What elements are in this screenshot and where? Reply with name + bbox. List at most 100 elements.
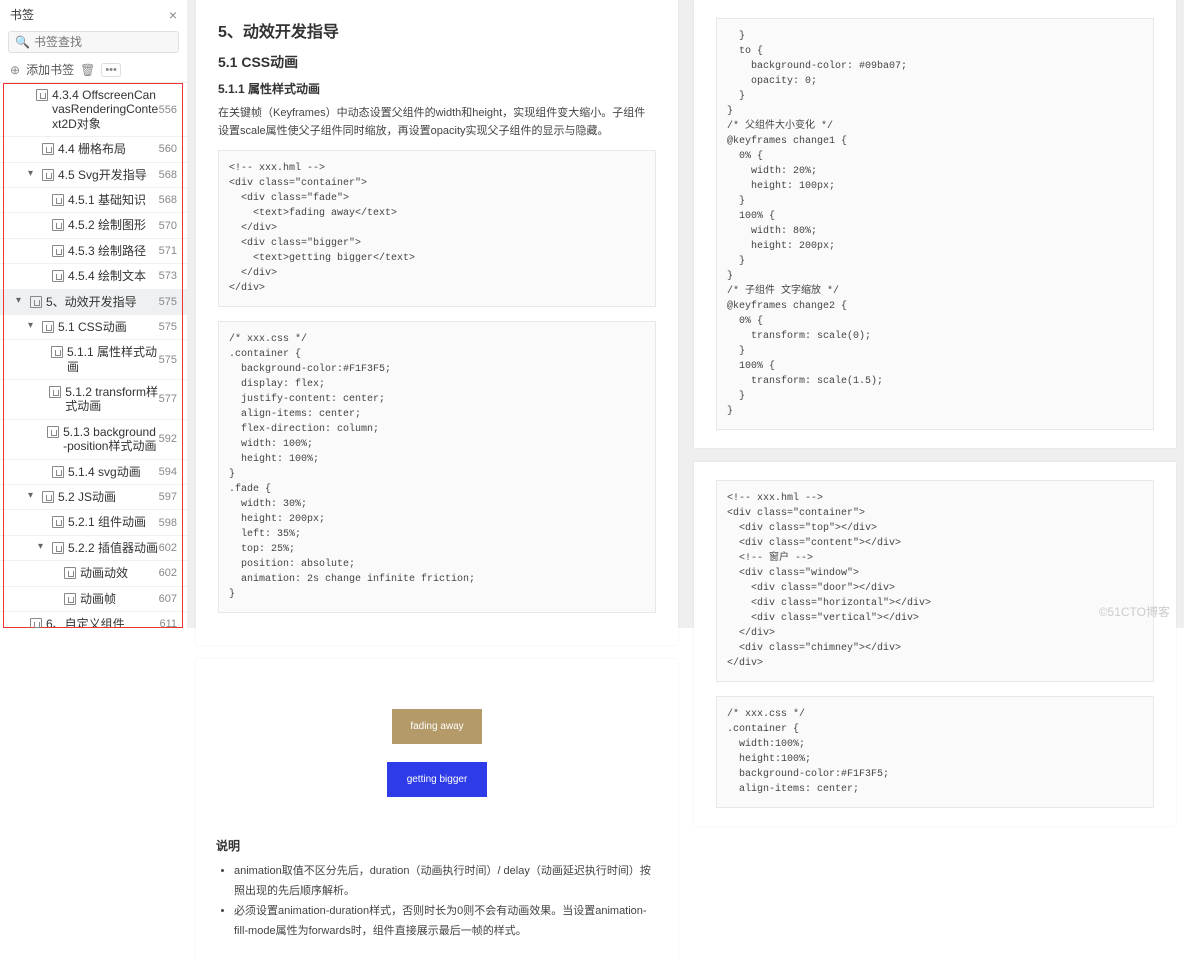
page-number: 592	[159, 433, 177, 445]
bookmark-item[interactable]: ▾5.1 CSS动画575	[0, 315, 187, 340]
bookmark-label: 5.1.1 属性样式动画	[67, 345, 159, 374]
page-number: 602	[159, 567, 177, 579]
bookmark-item[interactable]: ▾ 5、动效开发指导 575	[0, 290, 187, 315]
left-column: 5、动效开发指导 5.1 CSS动画 5.1.1 属性样式动画 在关键帧（Key…	[196, 0, 678, 628]
page-number: 611	[159, 618, 177, 628]
bookmark-label: 动画帧	[80, 592, 116, 606]
watermark: ©51CTO博客	[1099, 603, 1170, 620]
bookmark-icon	[52, 466, 64, 478]
bookmark-icon	[42, 143, 54, 155]
page-number: 577	[159, 393, 177, 405]
bookmark-icon	[42, 169, 54, 181]
animation-preview: fading away getting bigger	[216, 679, 658, 837]
sidebar-header: 书签 ×	[0, 0, 187, 27]
page-number: 568	[159, 169, 177, 181]
code-keyframes: } to { background-color: #09ba07; opacit…	[716, 18, 1154, 430]
bookmark-label: 4.4 栅格布局	[58, 142, 126, 156]
bookmark-icon	[36, 89, 48, 101]
page-number: 575	[159, 354, 177, 366]
bookmark-item[interactable]: 4.5.4 绘制文本 573	[0, 264, 187, 289]
note-1: animation取值不区分先后，duration（动画执行时间）/ delay…	[234, 862, 658, 902]
bookmark-item[interactable]: 6、自定义组件 611	[0, 612, 187, 628]
bookmark-item[interactable]: 5.1.3 background-position样式动画592	[0, 420, 187, 460]
bookmark-item[interactable]: 4.4 栅格布局 560	[0, 137, 187, 162]
notes-heading: 说明	[216, 837, 658, 854]
bookmark-label: 5.1.2 transform样式动画	[65, 385, 158, 414]
page-number: 575	[159, 296, 177, 308]
page-number: 597	[159, 491, 177, 503]
bookmark-item[interactable]: 4.3.4 OffscreenCanvasRenderingContext2D对…	[0, 83, 187, 137]
expand-arrow-icon[interactable]: ▾	[16, 295, 26, 306]
bookmark-label: 5.1.3 background-position样式动画	[63, 425, 159, 454]
search-input[interactable]	[34, 35, 172, 49]
bookmark-label: 5.2.2 插值器动画	[68, 541, 158, 555]
bookmark-label: 4.5.1 基础知识	[68, 193, 146, 207]
bookmark-label: 4.5.2 绘制图形	[68, 218, 146, 232]
heading-5-1-1: 5.1.1 属性样式动画	[218, 80, 656, 97]
expand-arrow-icon[interactable]: ▾	[28, 490, 38, 501]
add-bookmark-label[interactable]: 添加书签	[26, 61, 74, 78]
bookmark-item[interactable]: 动画动效602	[0, 561, 187, 586]
bookmark-icon	[52, 219, 64, 231]
page-number: 560	[159, 143, 177, 155]
bookmark-item[interactable]: 5.2.1 组件动画 598	[0, 510, 187, 535]
bookmark-item[interactable]: 4.5.3 绘制路径571	[0, 239, 187, 264]
bookmark-search[interactable]: 🔍	[8, 31, 179, 53]
page-575: 5、动效开发指导 5.1 CSS动画 5.1.1 属性样式动画 在关键帧（Key…	[196, 0, 678, 645]
page-number: 573	[159, 270, 177, 282]
bigger-tile: getting bigger	[387, 762, 488, 797]
page-right-bottom: <!-- xxx.hml --> <div class="container">…	[694, 462, 1176, 826]
bookmark-item[interactable]: 5.1.2 transform样式动画577	[0, 380, 187, 420]
bookmark-icon	[42, 491, 54, 503]
bookmark-item[interactable]: 5.1.4 svg动画 594	[0, 460, 187, 485]
page-number: 575	[159, 321, 177, 333]
bookmark-item[interactable]: 4.5.1 基础知识568	[0, 188, 187, 213]
bookmark-label: 4.5.3 绘制路径	[68, 244, 146, 258]
code-css-2: /* xxx.css */ .container { width:100%; h…	[716, 696, 1154, 808]
page-number: 556	[159, 104, 177, 116]
bookmark-icon	[49, 386, 61, 398]
code-hml-2: <!-- xxx.hml --> <div class="container">…	[716, 480, 1154, 682]
bookmark-icon	[52, 516, 64, 528]
bookmark-icon	[52, 194, 64, 206]
search-icon: 🔍	[15, 35, 30, 49]
bookmark-icon	[52, 245, 64, 257]
bookmark-item[interactable]: 4.5.2 绘制图形 570	[0, 213, 187, 238]
page-number: 598	[159, 517, 177, 529]
bookmark-item[interactable]: ▾5.2.2 插值器动画602	[0, 536, 187, 561]
sidebar-toolbar: ⊕ 添加书签 🗑 •••	[0, 57, 187, 83]
bookmark-label: 4.5 Svg开发指导	[58, 168, 147, 182]
bookmark-item[interactable]: 动画帧 607	[0, 587, 187, 612]
expand-arrow-icon[interactable]: ▾	[28, 320, 38, 331]
heading-5-1: 5.1 CSS动画	[218, 52, 656, 72]
more-icon[interactable]: •••	[101, 63, 121, 77]
bookmark-label: 5.1.4 svg动画	[68, 465, 141, 479]
bookmark-label: 5、动效开发指导	[46, 295, 137, 309]
page-number: 607	[159, 593, 177, 605]
bookmark-icon	[51, 346, 63, 358]
delete-icon[interactable]: 🗑	[80, 63, 95, 77]
bookmark-icon	[64, 567, 76, 579]
close-icon[interactable]: ×	[169, 7, 177, 23]
bookmark-icon	[52, 542, 64, 554]
bookmark-icon	[30, 296, 42, 308]
bookmark-icon	[52, 270, 64, 282]
bookmark-sidebar: 书签 × 🔍 ⊕ 添加书签 🗑 ••• 4.3.4 OffscreenCanva…	[0, 0, 188, 628]
bookmark-label: 5.2 JS动画	[58, 490, 116, 504]
bookmark-label: 5.2.1 组件动画	[68, 515, 146, 529]
expand-arrow-icon[interactable]: ▾	[38, 541, 48, 552]
bookmark-icon	[64, 593, 76, 605]
bookmark-item[interactable]: 5.1.1 属性样式动画575	[0, 340, 187, 380]
page-number: 594	[159, 466, 177, 478]
page-number: 570	[159, 220, 177, 232]
code-css: /* xxx.css */ .container { background-co…	[218, 321, 656, 613]
bookmark-item[interactable]: ▾ 4.5 Svg开发指导 568	[0, 163, 187, 188]
bookmark-tree: 4.3.4 OffscreenCanvasRenderingContext2D对…	[0, 83, 187, 628]
notes-list: animation取值不区分先后，duration（动画执行时间）/ delay…	[216, 862, 658, 941]
expand-arrow-icon[interactable]: ▾	[28, 168, 38, 179]
bookmark-label: 6、自定义组件	[46, 617, 125, 628]
add-bookmark-icon[interactable]: ⊕	[10, 63, 20, 77]
bookmark-item[interactable]: ▾ 5.2 JS动画 597	[0, 485, 187, 510]
document-viewport: 5、动效开发指导 5.1 CSS动画 5.1.1 属性样式动画 在关键帧（Key…	[188, 0, 1184, 628]
bookmark-label: 4.5.4 绘制文本	[68, 269, 146, 283]
